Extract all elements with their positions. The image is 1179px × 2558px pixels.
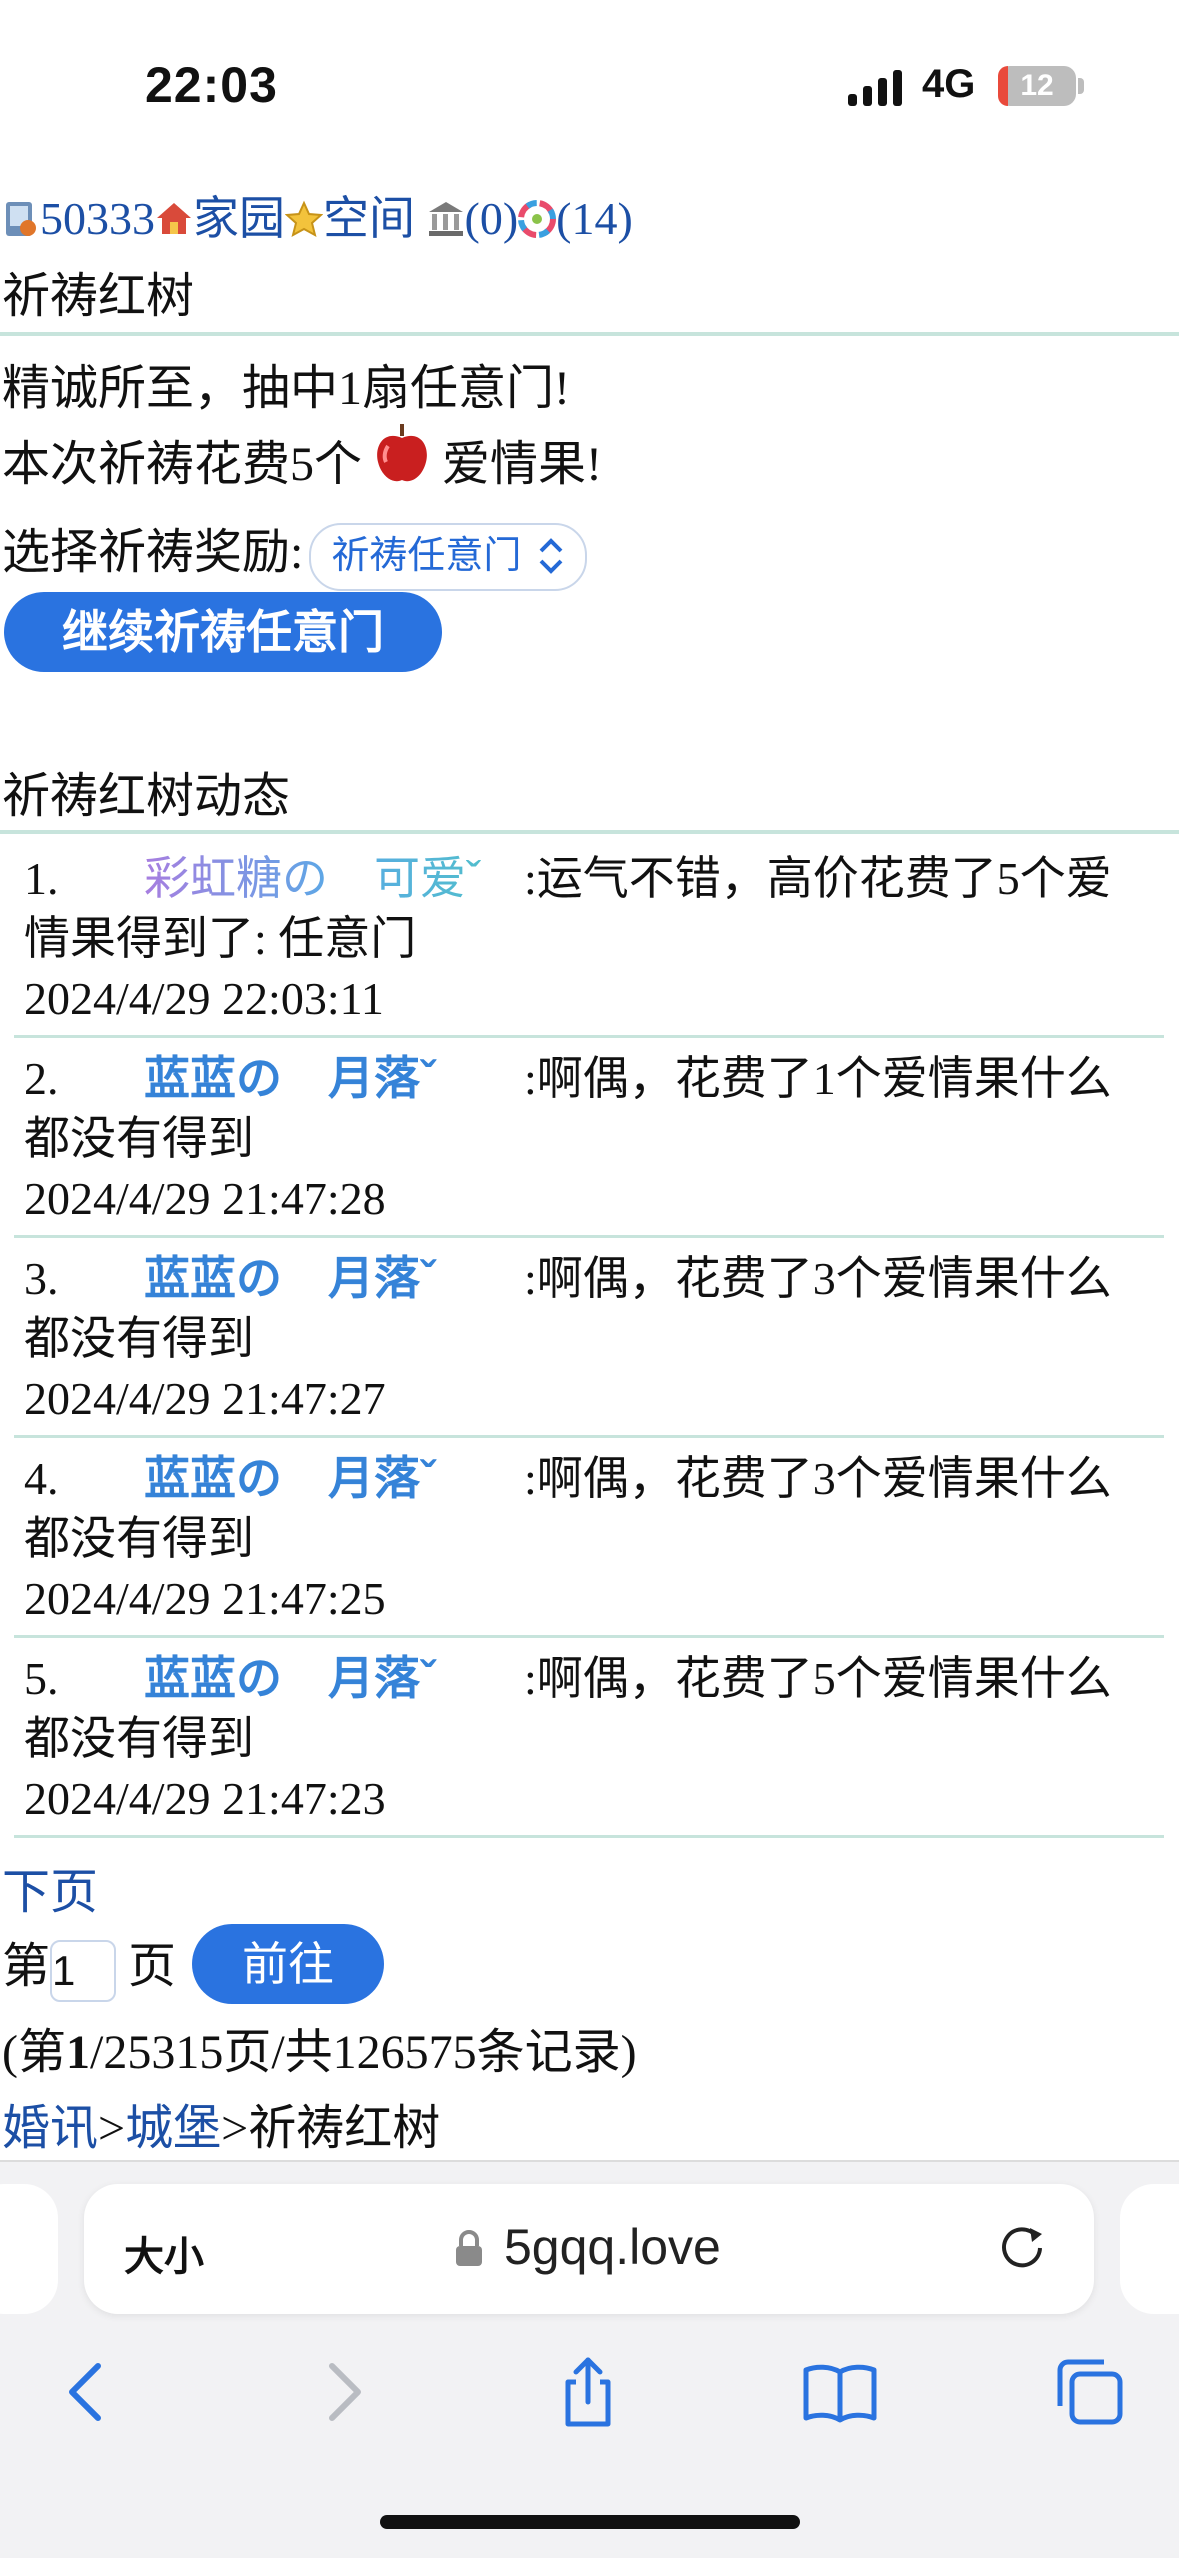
url-domain: 5gqq.love <box>504 2219 721 2275</box>
breadcrumb-castle-link[interactable]: 城堡 <box>125 2102 221 2155</box>
page-input[interactable]: 1 <box>50 1939 117 2002</box>
summary-current: 1 <box>66 2026 90 2079</box>
divider <box>0 332 1179 336</box>
item-number: 3. <box>24 1253 59 1304</box>
breadcrumb-current: 祈祷红树 <box>248 2102 441 2155</box>
page-title: 祈祷红树 <box>2 270 195 323</box>
status-time: 22:03 <box>145 57 278 113</box>
item-time: 2024/4/29 21:47:25 <box>24 1573 386 1624</box>
tabs-icon[interactable] <box>1050 2352 1130 2432</box>
breadcrumb-wedding-link[interactable]: 婚讯 <box>2 2102 98 2155</box>
status-bar: 22:03 4G 12 <box>0 0 1179 175</box>
feed-list: 1. 彩虹糖の 可爱ˇ:运气不错，高价花费了5个爱情果得到了: 任意门 2024/… <box>14 838 1164 1838</box>
user-nick-link[interactable]: 彩虹糖の 可爱ˇ <box>144 848 524 908</box>
signal-icon <box>848 70 902 106</box>
page-suffix: 页 <box>128 1940 177 1993</box>
user-nick-link[interactable]: 蓝蓝の 月落ˇ <box>144 1648 524 1708</box>
list-item: 3. 蓝蓝の 月落ˇ:啊偶，花费了3个爱情果什么都没有得到 2024/4/29 2… <box>14 1238 1164 1438</box>
continue-pray-button[interactable]: 继续祈祷任意门 <box>4 592 442 672</box>
bookmarks-icon[interactable] <box>800 2352 880 2432</box>
summary-rest: /25315页/共126575条记录) <box>90 2026 637 2079</box>
apple-icon <box>377 424 427 482</box>
result-message: 精诚所至，抽中1扇任意门! <box>2 362 570 415</box>
battery-icon: 12 <box>998 66 1076 106</box>
page-summary: (第1/25315页/共126575条记录) <box>2 2012 637 2082</box>
item-number: 1. <box>24 853 59 904</box>
divider <box>0 830 1179 834</box>
cost-line: 本次祈祷花费5个 爱情果! <box>2 422 602 494</box>
phone-user-icon <box>2 196 40 236</box>
network-type: 4G <box>922 62 976 106</box>
item-number: 4. <box>24 1453 59 1504</box>
battery-tip <box>1078 78 1084 94</box>
list-item: 4. 蓝蓝の 月落ˇ:啊偶，花费了3个爱情果什么都没有得到 2024/4/29 2… <box>14 1438 1164 1638</box>
user-nick-link[interactable]: 蓝蓝の 月落ˇ <box>144 1248 524 1308</box>
list-item: 1. 彩虹糖の 可爱ˇ:运气不错，高价花费了5个爱情果得到了: 任意门 2024/… <box>14 838 1164 1038</box>
next-page-link[interactable]: 下页 <box>2 1852 98 1922</box>
item-time: 2024/4/29 21:47:23 <box>24 1773 386 1824</box>
reward-selected: 祈祷任意门 <box>331 534 522 577</box>
star-icon <box>284 196 324 237</box>
back-icon[interactable] <box>48 2352 128 2432</box>
next-tab-card[interactable] <box>1120 2184 1179 2314</box>
item-time: 2024/4/29 21:47:27 <box>24 1373 386 1424</box>
cost-prefix: 本次祈祷花费5个 <box>2 438 363 491</box>
user-id-link[interactable]: 50333 <box>40 193 155 244</box>
reward-row: 选择祈祷奖励: 祈祷任意门 <box>2 512 588 591</box>
reload-icon[interactable] <box>996 2222 1048 2274</box>
space-link[interactable]: 空间 <box>323 193 415 244</box>
album-count-link[interactable]: (14) <box>556 193 633 244</box>
prev-tab-card[interactable] <box>0 2184 58 2314</box>
cost-suffix: 爱情果! <box>442 438 603 491</box>
bank-icon <box>427 196 465 236</box>
list-item: 5. 蓝蓝の 月落ˇ:啊偶，花费了5个爱情果什么都没有得到 2024/4/29 2… <box>14 1638 1164 1838</box>
summary-prefix: (第 <box>2 2026 66 2079</box>
page-prefix: 第 <box>2 1940 51 1993</box>
home-indicator <box>380 2515 800 2529</box>
feed-title: 祈祷红树动态 <box>2 770 291 823</box>
address-bar[interactable]: 大小 5gqq.love <box>84 2184 1094 2314</box>
bank-count-link[interactable]: (0) <box>465 193 519 244</box>
page-jump: 第1 页 <box>2 1926 176 2002</box>
reward-select[interactable]: 祈祷任意门 <box>309 522 588 591</box>
go-button[interactable]: 前往 <box>192 1924 384 2004</box>
breadcrumb-sep: > <box>221 2102 249 2155</box>
forward-icon[interactable] <box>302 2352 382 2432</box>
lock-icon <box>456 2230 482 2266</box>
breadcrumb: 婚讯>城堡>祈祷红树 <box>2 2088 440 2158</box>
item-time: 2024/4/29 22:03:11 <box>24 973 384 1024</box>
user-nick-link[interactable]: 蓝蓝の 月落ˇ <box>144 1048 524 1108</box>
house-icon <box>155 196 193 234</box>
battery-level: 12 <box>1020 69 1054 102</box>
text-size-button[interactable]: 大小 <box>124 2224 204 2282</box>
breadcrumb-sep: > <box>98 2102 126 2155</box>
item-number: 5. <box>24 1653 59 1704</box>
reward-label: 选择祈祷奖励: <box>2 526 304 579</box>
share-icon[interactable] <box>548 2352 628 2432</box>
item-number: 2. <box>24 1053 59 1104</box>
chevron-updown-icon <box>539 538 563 574</box>
album-icon <box>518 196 557 238</box>
home-link[interactable]: 家园 <box>193 193 285 244</box>
item-time: 2024/4/29 21:47:28 <box>24 1173 386 1224</box>
user-nick-link[interactable]: 蓝蓝の 月落ˇ <box>144 1448 524 1508</box>
browser-toolbar: 大小 5gqq.love <box>0 2160 1179 2558</box>
list-item: 2. 蓝蓝の 月落ˇ:啊偶，花费了1个爱情果什么都没有得到 2024/4/29 2… <box>14 1038 1164 1238</box>
top-nav: 50333 家园 空间 (0) (14) <box>2 182 633 248</box>
